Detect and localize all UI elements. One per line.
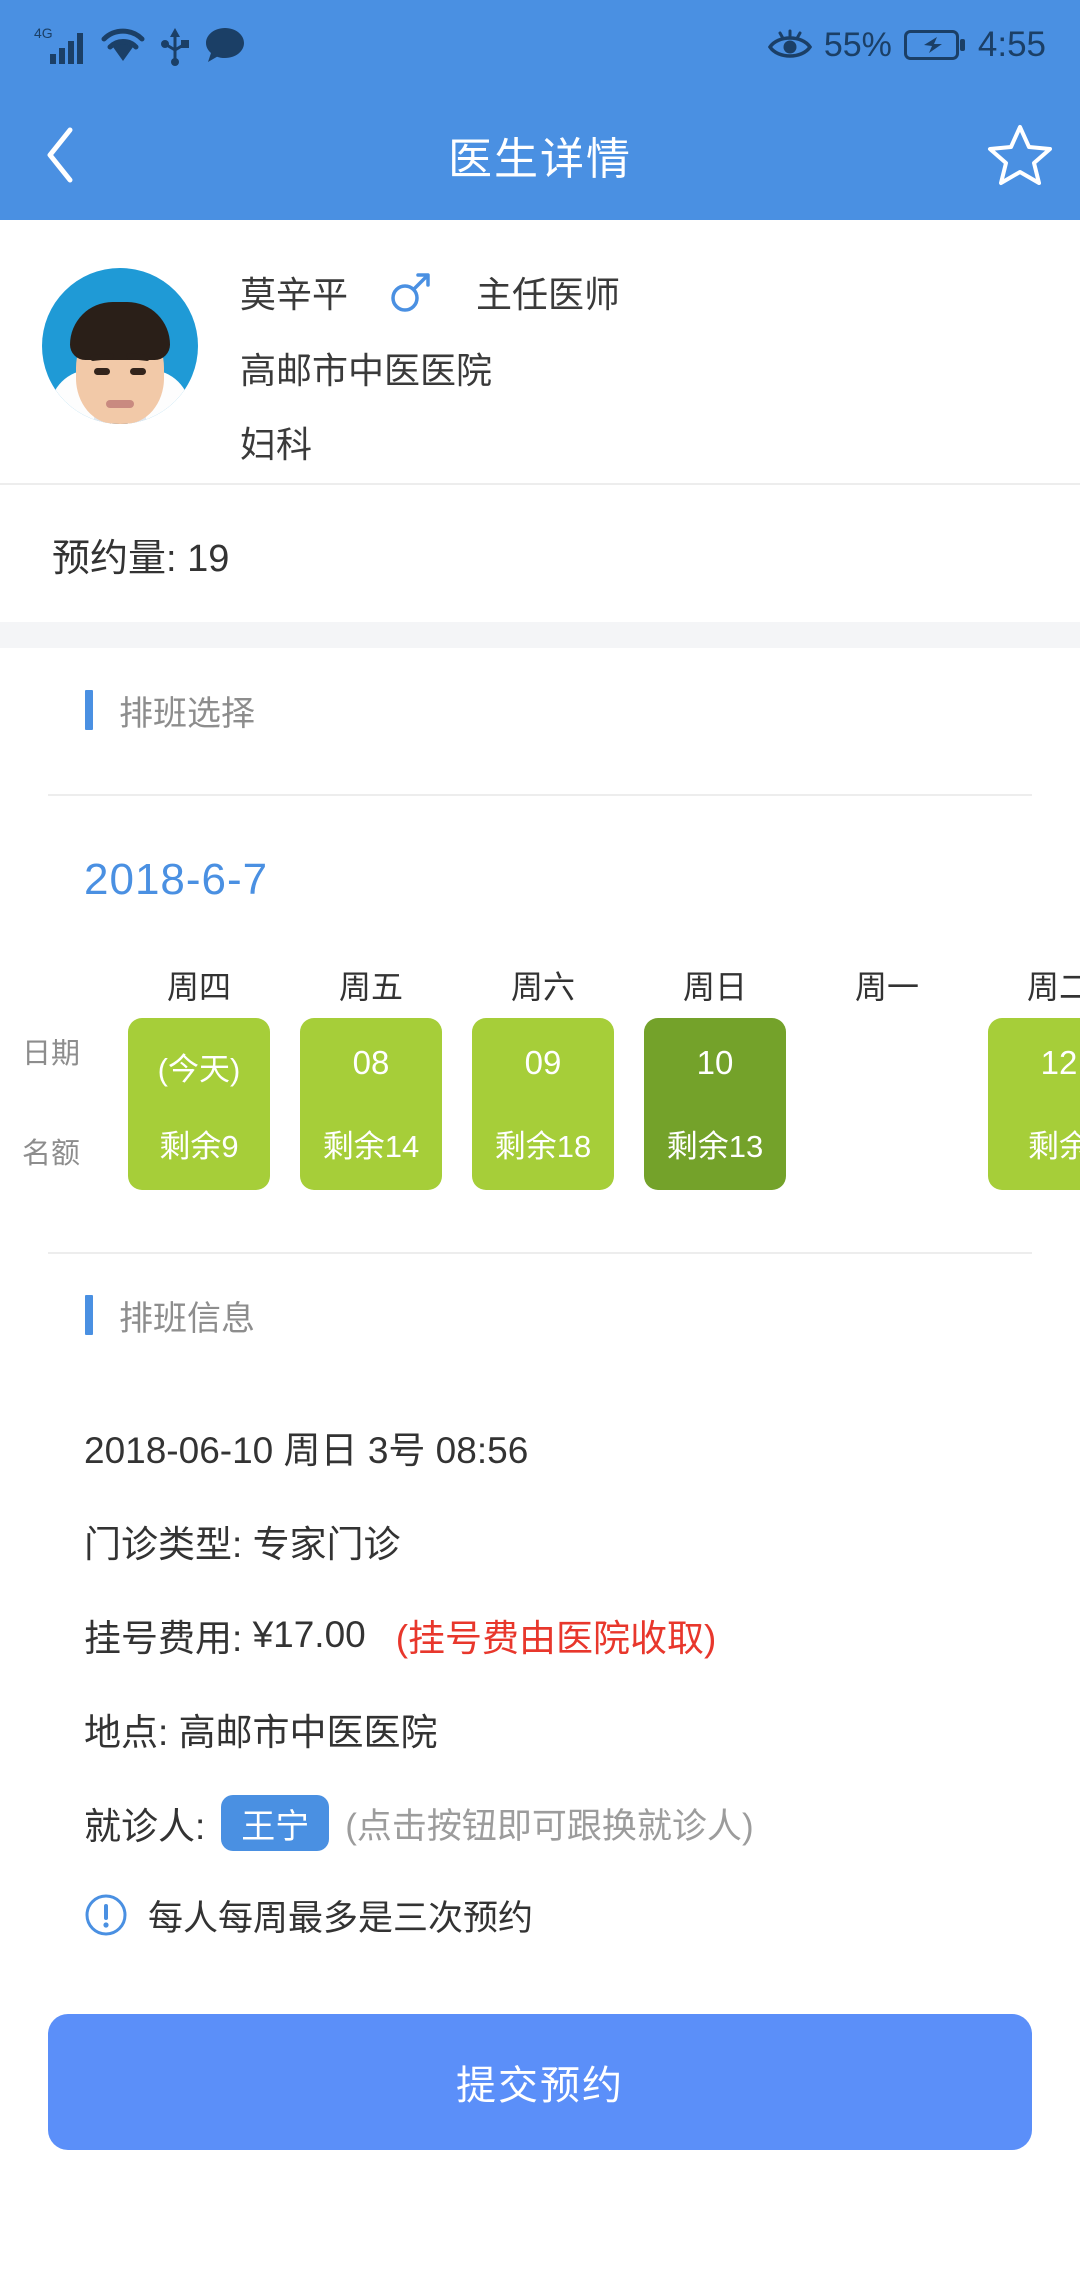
usb-icon xyxy=(160,24,190,66)
avatar-container xyxy=(0,262,240,424)
patient-hint: (点击按钮即可跟换就诊人) xyxy=(345,1798,753,1849)
star-outline-icon xyxy=(987,123,1053,187)
avatar xyxy=(42,268,198,424)
chip-gutter xyxy=(0,1018,128,1190)
date-chip-quota: 剩余9 xyxy=(159,1121,238,1166)
weekday-label: 周五 xyxy=(300,962,442,1014)
location-row: 地点: 高邮市中医医院 xyxy=(0,1682,1080,1776)
status-bar-left: 4G xyxy=(34,24,246,66)
date-chip-quota: 剩余14 xyxy=(323,1121,419,1166)
back-button[interactable] xyxy=(0,90,120,220)
date-chip-day: 12 xyxy=(1041,1044,1078,1082)
doctor-department: 妇科 xyxy=(240,416,620,468)
doctor-detail-screen: 4G xyxy=(0,0,1080,2280)
date-chip[interactable]: 09 剩余18 xyxy=(472,1018,614,1190)
patient-select-button[interactable]: 王宁 xyxy=(221,1795,329,1851)
date-chip-unavailable xyxy=(816,1018,958,1190)
status-bar-right: 55% 4:55 xyxy=(768,25,1046,65)
schedule-select-divider xyxy=(48,794,1032,796)
booking-count-text: 预约量: 19 xyxy=(52,527,229,582)
clinic-type-value: 专家门诊 xyxy=(253,1514,401,1568)
date-chip-day: 08 xyxy=(353,1044,390,1082)
weekday-label: 周日 xyxy=(644,962,786,1014)
patient-row: 就诊人: 王宁 (点击按钮即可跟换就诊人) xyxy=(0,1776,1080,1870)
battery-charging-icon xyxy=(904,28,966,62)
date-chip-slot[interactable]: 12 剩余 xyxy=(988,1018,1080,1190)
date-chip-quota: 剩余13 xyxy=(667,1121,763,1166)
location-value: 高邮市中医医院 xyxy=(179,1702,438,1756)
weekday-label: 周六 xyxy=(472,962,614,1014)
clinic-type-row: 门诊类型: 专家门诊 xyxy=(0,1494,1080,1588)
date-chip-row[interactable]: (今天) 剩余9 08 剩余14 09 剩余18 10 剩余13 xyxy=(0,1018,1080,1190)
weekday-label: 周二 xyxy=(988,962,1080,1014)
doctor-title: 主任医师 xyxy=(476,266,620,318)
chevron-left-icon xyxy=(43,126,77,184)
date-chip-quota: 剩余18 xyxy=(495,1121,591,1166)
schedule-info-section-header: 排班信息 xyxy=(0,1285,1080,1345)
doctor-hospital: 高邮市中医医院 xyxy=(240,342,620,394)
status-bar: 4G xyxy=(0,0,1080,90)
date-chip-slot[interactable]: 08 剩余14 xyxy=(300,1018,442,1190)
doctor-info: 莫辛平 主任医师 高邮市中医医院 妇科 xyxy=(240,262,620,468)
eye-care-icon xyxy=(768,29,812,61)
date-chip-slot[interactable]: 09 剩余18 xyxy=(472,1018,614,1190)
fee-note: (挂号费由医院收取) xyxy=(396,1608,717,1662)
fee-value: ¥17.00 xyxy=(253,1614,366,1656)
submit-appointment-button[interactable]: 提交预约 xyxy=(48,2014,1032,2150)
app-header: 医生详情 xyxy=(0,90,1080,220)
location-label: 地点: xyxy=(84,1702,168,1756)
date-chip-slot-empty xyxy=(816,1018,958,1190)
male-symbol-icon xyxy=(388,269,434,315)
fee-row: 挂号费用: ¥17.00 (挂号费由医院收取) xyxy=(0,1588,1080,1682)
date-chip-day: 09 xyxy=(525,1044,562,1082)
schedule-select-title: 排班选择 xyxy=(119,686,255,735)
date-chip-slot-selected[interactable]: 10 剩余13 xyxy=(644,1018,786,1190)
message-icon xyxy=(204,26,246,64)
weekday-gutter xyxy=(0,962,128,1014)
patient-label: 就诊人: xyxy=(84,1796,205,1850)
favorite-button[interactable] xyxy=(960,90,1080,220)
date-chip-quota: 剩余 xyxy=(1028,1121,1080,1166)
battery-percent: 55% xyxy=(824,26,892,65)
weekday-label: 周四 xyxy=(128,962,270,1014)
schedule-datetime-row: 2018-06-10 周日 3号 08:56 xyxy=(0,1400,1080,1494)
notice-row: 每人每周最多是三次预约 xyxy=(0,1870,1080,1960)
weekday-label: 周一 xyxy=(816,962,958,1014)
selected-month-date: 2018-6-7 xyxy=(84,855,268,905)
date-chip-slot[interactable]: (今天) 剩余9 xyxy=(128,1018,270,1190)
schedule-info-divider xyxy=(48,1252,1032,1254)
doctor-name-row: 莫辛平 主任医师 xyxy=(240,264,620,320)
weekday-header-row: 周四 周五 周六 周日 周一 周二 xyxy=(0,962,1080,1014)
date-chip[interactable]: 12 剩余 xyxy=(988,1018,1080,1190)
schedule-info-title: 排班信息 xyxy=(119,1291,255,1340)
clock: 4:55 xyxy=(978,25,1046,65)
exclamation-circle-icon xyxy=(84,1893,128,1937)
section-accent-bar xyxy=(85,690,93,730)
date-chip-day: (今天) xyxy=(158,1044,241,1089)
date-chip[interactable]: (今天) 剩余9 xyxy=(128,1018,270,1190)
wifi-icon xyxy=(100,25,146,65)
notice-text: 每人每周最多是三次预约 xyxy=(148,1890,533,1941)
schedule-datetime: 2018-06-10 周日 3号 08:56 xyxy=(84,1420,528,1474)
clinic-type-label: 门诊类型: xyxy=(84,1514,242,1568)
schedule-info-list: 2018-06-10 周日 3号 08:56 门诊类型: 专家门诊 挂号费用: … xyxy=(0,1400,1080,1960)
date-chip-day: 10 xyxy=(697,1044,734,1082)
doctor-profile-card: 莫辛平 主任医师 高邮市中医医院 妇科 xyxy=(0,220,1080,485)
doctor-name: 莫辛平 xyxy=(240,266,348,318)
schedule-select-section-header: 排班选择 xyxy=(0,680,1080,740)
signal-icon: 4G xyxy=(34,24,86,66)
page-title: 医生详情 xyxy=(120,123,960,187)
section-divider-band xyxy=(0,622,1080,648)
section-accent-bar xyxy=(85,1295,93,1335)
date-chip-selected[interactable]: 10 剩余13 xyxy=(644,1018,786,1190)
svg-text:4G: 4G xyxy=(34,25,53,41)
date-chip[interactable]: 08 剩余14 xyxy=(300,1018,442,1190)
fee-label: 挂号费用: xyxy=(84,1608,242,1662)
booking-count-row: 预约量: 19 xyxy=(0,487,1080,622)
